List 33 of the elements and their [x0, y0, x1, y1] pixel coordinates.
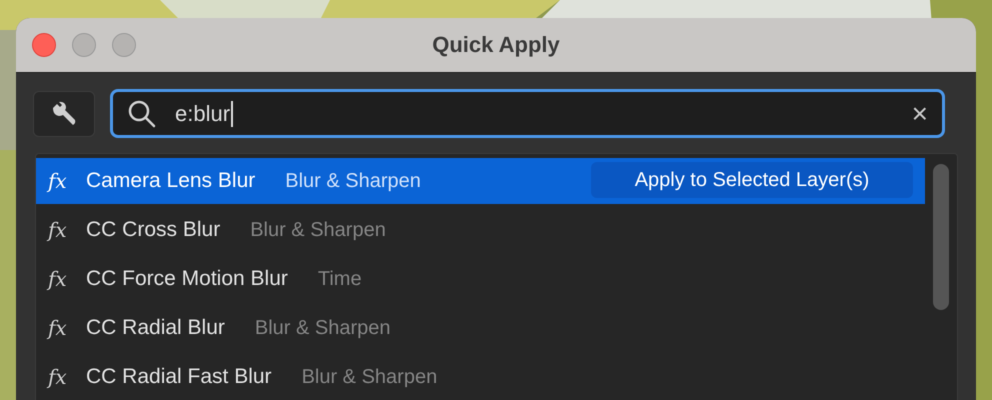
effect-name: CC Cross Blur [86, 218, 220, 242]
result-row[interactable]: fx CC Cross Blur Blur & Sharpen [36, 207, 925, 253]
search-text: e:blur [175, 100, 230, 126]
search-icon [127, 98, 157, 128]
window-title: Quick Apply [432, 32, 560, 57]
result-row[interactable]: fx CC Force Motion Blur Time [36, 256, 925, 302]
apply-button[interactable]: Apply to Selected Layer(s) [591, 162, 913, 198]
zoom-button[interactable] [112, 33, 136, 57]
effect-mark: fx [48, 268, 68, 290]
effect-category: Blur & Sharpen [302, 366, 438, 388]
effect-category: Blur & Sharpen [250, 218, 386, 242]
effect-mark: fx [48, 317, 68, 339]
effect-name: CC Radial Fast Blur [86, 365, 272, 389]
effect-mark: fx [48, 170, 68, 192]
effect-name: CC Force Motion Blur [86, 267, 288, 291]
result-row[interactable]: fx Camera Lens Blur Blur & Sharpen Apply to Selected Layer(s) [36, 158, 925, 204]
close-button[interactable] [32, 33, 56, 57]
effect-category: Blur & Sharpen [285, 170, 421, 192]
clear-icon[interactable]: × [912, 100, 928, 128]
scrollbar-thumb[interactable] [933, 164, 949, 310]
effect-category: Blur & Sharpen [254, 316, 391, 340]
result-row[interactable]: fx CC Radial Fast Blur Blur & Sharpen [36, 354, 925, 400]
effect-mark: fx [48, 366, 68, 388]
effect-name: CC Radial Blur [86, 316, 225, 340]
effect-mark: fx [48, 219, 68, 241]
minimize-button[interactable] [72, 33, 96, 57]
search-field[interactable]: e:blur × [110, 89, 945, 138]
wrench-icon [51, 100, 77, 126]
text-cursor [231, 100, 234, 126]
result-row[interactable]: fx CC Radial Blur Blur & Sharpen [36, 305, 925, 351]
settings-button[interactable] [33, 90, 95, 136]
effect-category: Time [318, 268, 362, 290]
effect-name: Camera Lens Blur [86, 169, 256, 193]
